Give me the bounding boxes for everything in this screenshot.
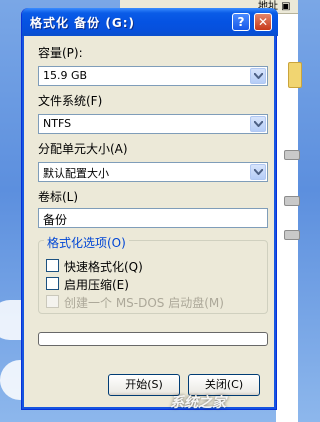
volume-label-label: 卷标(L) <box>38 190 79 204</box>
drive-icon <box>284 150 300 160</box>
chevron-down-icon[interactable] <box>250 68 266 84</box>
chevron-down-icon[interactable] <box>250 164 266 180</box>
capacity-select[interactable]: 15.9 GB <box>38 66 268 86</box>
msdos-disk-checkbox <box>46 295 59 308</box>
dialog-title: 格式化 备份 (G:) <box>30 16 135 30</box>
allocation-label: 分配单元大小(A) <box>38 142 128 156</box>
capacity-value: 15.9 GB <box>43 69 88 82</box>
drive-icon <box>284 196 300 206</box>
watermark-logo: 系统之家 <box>170 392 290 416</box>
msdos-disk-label: 创建一个 MS-DOS 启动盘(M) <box>64 296 224 310</box>
help-button[interactable]: ? <box>232 13 250 31</box>
compression-checkbox[interactable] <box>46 277 59 290</box>
quick-format-checkbox[interactable] <box>46 259 59 272</box>
chevron-down-icon[interactable] <box>250 116 266 132</box>
filesystem-value: NTFS <box>43 117 72 130</box>
watermark-text: 系统之家 <box>170 395 226 411</box>
allocation-select[interactable]: 默认配置大小 <box>38 162 268 182</box>
folder-icon <box>288 62 302 88</box>
drive-icon <box>284 230 300 240</box>
format-progress-bar <box>38 332 268 346</box>
filesystem-select[interactable]: NTFS <box>38 114 268 134</box>
close-window-button[interactable]: ✕ <box>254 13 272 31</box>
volume-label-value: 备份 <box>43 213 68 227</box>
format-options-title: 格式化选项(O) <box>44 234 129 251</box>
quick-format-label: 快速格式化(Q) <box>64 260 143 274</box>
volume-label-input[interactable]: 备份 <box>38 208 268 228</box>
compression-label: 启用压缩(E) <box>64 278 129 292</box>
filesystem-label: 文件系统(F) <box>38 94 103 108</box>
capacity-label: 容量(P): <box>38 46 83 60</box>
title-bar[interactable]: 格式化 备份 (G:) ? ✕ <box>22 8 278 36</box>
allocation-value: 默认配置大小 <box>43 167 109 180</box>
format-dialog: 格式化 备份 (G:) ? ✕ 容量(P): 15.9 GB 文件系统(F) N… <box>21 8 278 410</box>
